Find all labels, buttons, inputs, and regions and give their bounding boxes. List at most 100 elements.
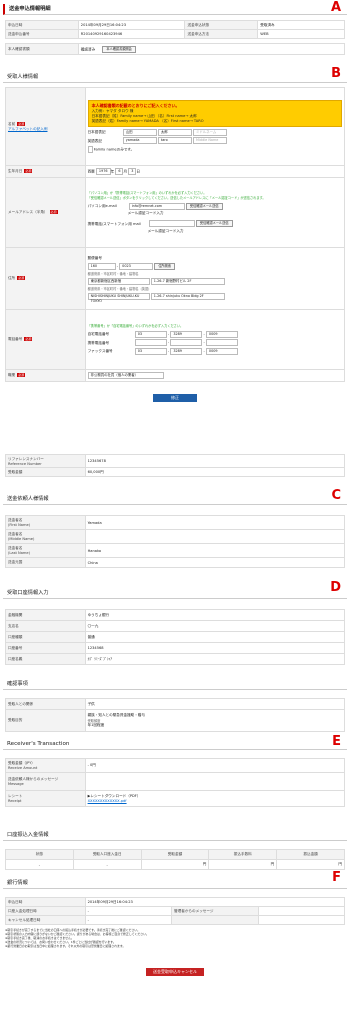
value: China [84, 557, 346, 568]
pref-input[interactable]: 東京都新宿区西新宿 [87, 277, 150, 285]
section-title-sender: 送金依頼人様情報 C [3, 488, 347, 505]
receiver-form: 名前 必須 アルファベットの記入例 本人確認書類の記載のとおりにご記入ください。 … [5, 87, 346, 382]
jp-middle-input[interactable]: ミドルネーム [193, 128, 228, 136]
section-title-text: 銀行情報 [7, 880, 28, 886]
label: 日本語表記 [87, 130, 106, 134]
confirmation-table: 受取人との関係 子供 受取目的 親族・知人との緊急資金援助・贈与 受取頻度 年1回程度 [5, 698, 346, 732]
label: ファックス番号 [87, 349, 113, 354]
address-search-button[interactable]: 住所検索 [154, 262, 176, 270]
reference-table: リファレンスナンバー Reference Number 12345678 受取金額… [5, 454, 346, 477]
cancel-application-button[interactable]: 送金受取申込キャンセル [146, 968, 204, 976]
value: ｶﾌﾞ ﾘﾐｰｽﾞﾌﾟｼｬｱ [84, 653, 346, 665]
value: 1234568 [84, 642, 346, 654]
mobile-tel-1[interactable] [134, 339, 167, 347]
value: 受取済み [257, 20, 345, 30]
section-title-account: 受取口座情報入力 D [3, 580, 347, 599]
pc-email-input[interactable]: info@remnet.com [128, 202, 185, 210]
label: 日 [136, 169, 140, 174]
table-row: キャンセル処理日時 - [5, 915, 346, 925]
en-middle-input[interactable]: Middle Name [193, 137, 228, 144]
label: メール認証コード入力 [147, 228, 184, 233]
table-row: 口座入金処理日時 - 管理者からのメッセージ [5, 906, 346, 916]
mobile-tel-2[interactable] [170, 339, 203, 347]
fax-2[interactable]: 3289 [170, 347, 203, 355]
required-badge: 必須 [17, 373, 26, 377]
home-tel-2[interactable]: 3289 [170, 330, 203, 338]
mobile-send-button[interactable]: 受信確認メール送信 [195, 220, 233, 228]
submit-button[interactable]: 修正 [153, 394, 197, 402]
table-row: 口座種類 普通 [5, 631, 346, 643]
mobile-email-input[interactable] [148, 220, 195, 228]
received-amount: 60,000円 [84, 467, 346, 477]
marker-f: F [332, 870, 341, 885]
zip1-input[interactable]: 160 [87, 262, 116, 270]
value [257, 906, 346, 916]
label: 本人確認書類 [5, 43, 79, 55]
value [84, 772, 346, 791]
label: メールアドレス（半角） [8, 210, 48, 214]
pc-send-button[interactable]: 受信確認メール送信 [185, 202, 223, 210]
street-input[interactable]: 1-26-7 新宿野村ビル 2F [150, 277, 225, 285]
value [257, 915, 346, 925]
zip2-input[interactable]: 0023 [119, 262, 154, 270]
table-row: 送金者名 (Last Name) Hanako [5, 543, 346, 558]
label: 都道府県・市区町村・番地・建物名 [87, 272, 139, 276]
section-title-text: 口座振込入金情報 [7, 832, 49, 838]
jp-first-input[interactable]: 太郎 [157, 128, 192, 136]
dob-year-select[interactable]: 1976 [95, 168, 111, 175]
note-line: ※銀行営業日のお取引は当日中に処理されます。それ以外の取引は翌営業日に処理されま… [5, 944, 126, 948]
table-row: 送金申込番号 R20140929160423946 送金申込方法 WEB [5, 29, 345, 39]
label: 月 [123, 169, 128, 174]
value: R20140929160423946 [77, 29, 186, 39]
id-doc-view-button[interactable]: 本人確認書類照会 [102, 45, 136, 53]
frequency-value: 年1回程度 [87, 723, 105, 727]
value: 〇一九 [84, 620, 346, 632]
column-header: 受取人口座入金日 [72, 849, 142, 860]
alphabet-example-link[interactable]: アルファベットの記入例 [8, 127, 48, 131]
value: WEB [257, 29, 345, 39]
jp-family-input[interactable]: 山田 [122, 128, 157, 136]
pref-en-input[interactable]: NISHISHINJUKU SHINJUKU-KU TOKYO [87, 292, 150, 303]
table-row: レシート Receipt ▶レシートダウンロード（PDF） XXXXXXXXXXX… [5, 790, 346, 807]
label: レシート Receipt [5, 790, 86, 807]
section-title-text: 送金依頼人様情報 [7, 496, 49, 502]
label [171, 915, 259, 925]
value: 普通 [84, 631, 346, 643]
value: 2014年09月29日16:04:23 [77, 20, 186, 30]
marker-e: E [332, 734, 341, 749]
family-only-checkbox[interactable] [87, 145, 93, 153]
tel-note: 「携帯番号」か「自宅電話番号」のいずれかを必ず入力ください。 [87, 323, 184, 328]
street-en-input[interactable]: 1-26-7 shinjuku Okno Bldg 2F [150, 292, 225, 300]
receipt-file-link[interactable]: XXXXXXXXXXXXX.pdf [88, 799, 342, 803]
label: Family nameのみです。 [93, 147, 135, 151]
cell: 円 [140, 859, 210, 870]
value: 子供 [84, 698, 346, 710]
label: 名前 [8, 121, 16, 126]
table-row: 申込日時 2014年09月29日16:04:23 送金申込状態 受取済み [5, 20, 345, 30]
marker-c: C [331, 488, 341, 503]
marker-b: B [331, 66, 341, 81]
occupation-label-cell: 職業 必須 [5, 369, 86, 382]
label: メール認証コード入力 [127, 211, 164, 216]
en-family-input[interactable]: yamada [122, 137, 157, 144]
home-tel-3[interactable]: 0009 [205, 330, 238, 338]
mobile-tel-3[interactable] [205, 339, 238, 347]
label: 送金者名 (First Name) [5, 515, 86, 530]
section-title-receiver: 受取人様情報 B [3, 66, 347, 83]
fax-3[interactable]: 0009 [205, 347, 238, 355]
page-title-text: 送金申込情報明細 [9, 6, 51, 12]
fax-1[interactable]: 03 [134, 347, 167, 355]
label: 口座入金処理日時 [5, 906, 86, 916]
label: 口座名義 [5, 653, 86, 665]
occupation-select[interactable]: 非公務員の社員（個人の業者） [87, 372, 164, 379]
cell: - [5, 859, 74, 870]
required-badge: 必須 [49, 210, 58, 214]
value: - 0円 [84, 758, 346, 773]
bank-info-table: 申込日時 2014年09月29日16:04:23 口座入金処理日時 - 管理者からの… [5, 897, 346, 925]
label: 送金申込状態 [184, 20, 259, 30]
column-header: 状態 [5, 849, 74, 860]
label: 年 [110, 169, 115, 174]
en-first-input[interactable]: taro [157, 137, 192, 144]
section-title-confirmation: 確認事項 [3, 679, 347, 690]
home-tel-1[interactable]: 03 [134, 330, 167, 338]
